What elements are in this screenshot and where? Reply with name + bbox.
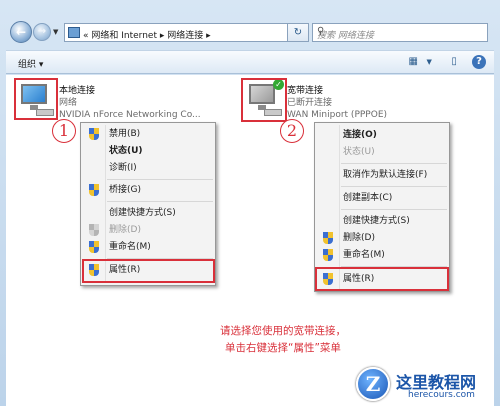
connection-status: 网络 [59,98,78,108]
watermark-logo: Z [356,367,390,401]
connection-name: 本地连接 [59,86,96,96]
uac-shield-icon [323,249,334,261]
watermark-url: herecours.com [408,390,475,400]
menu-item-delete[interactable]: 删除(D) [315,230,449,246]
menu-item-rename[interactable]: 重命名(M) [315,247,449,263]
connection-status: 已断开连接 [287,98,333,108]
menu-item-connect[interactable]: 连接(O) [315,127,449,143]
highlight-broadband-icon [241,78,287,122]
highlight-local-icon [14,78,58,120]
menu-item-bridge[interactable]: 桥接(G) [81,182,215,198]
menu-item-create-shortcut[interactable]: 创建快捷方式(S) [81,205,215,221]
search-icon[interactable]: ⚲ [317,26,483,37]
back-arrow-icon: ← [15,25,27,39]
search-input[interactable]: 搜索 网络连接 ⚲ [312,23,488,42]
forward-button[interactable]: → [33,23,51,41]
instruction-text: 请选择您使用的宽带连接， 单击右键选择“属性”菜单 [183,323,383,357]
address-bar[interactable]: « 网络和 Internet ▸ 网络连接 ▸ ▼ [64,23,298,42]
forward-arrow-icon: → [37,26,47,37]
connection-broadband-text: 宽带连接 已断开连接 WAN Miniport (PPPOE) [287,85,387,121]
back-button[interactable]: ← [10,21,32,43]
uac-shield-icon [89,224,100,236]
breadcrumb-network-internet[interactable]: 网络和 Internet [91,31,157,41]
menu-separator [341,186,447,187]
uac-shield-icon [89,128,100,140]
breadcrumb-overflow[interactable]: « [83,31,89,41]
view-options-icon[interactable]: ▦ [406,55,420,69]
menu-separator [107,201,213,202]
menu-separator [341,163,447,164]
toolbar-icons: ▦ ▼ ▯ ? [398,55,486,69]
instruction-line-2: 单击右键选择“属性”菜单 [225,342,341,354]
menu-item-status: 状态(U) [343,147,375,157]
uac-shield-icon [89,241,100,253]
command-bar: 组织 ▾ ▦ ▼ ▯ ? [6,50,494,74]
watermark: Z 这里教程网 herecours.com [356,367,500,406]
help-icon[interactable]: ? [472,55,486,69]
instruction-line-1: 请选择您使用的宽带连接， [220,325,346,337]
connection-local-text: 本地连接 网络 NVIDIA nForce Networking Co... [59,85,201,121]
highlight-properties-left [82,259,215,283]
uac-shield-icon [323,232,334,244]
refresh-button[interactable]: ↻ [287,23,309,42]
step-badge-2: 2 [280,119,304,143]
menu-item-diagnose[interactable]: 诊断(I) [81,160,215,176]
explorer-window: ← → ▼ « 网络和 Internet ▸ 网络连接 ▸ ▼ ↻ 搜索 网络连… [0,0,500,406]
menu-separator [107,179,213,180]
organize-menu-button[interactable]: 组织 ▾ [18,57,43,70]
menu-item-status[interactable]: 状态(U) [81,143,215,159]
connection-name: 宽带连接 [287,86,324,96]
history-dropdown-icon[interactable]: ▼ [53,28,58,36]
menu-item-cancel-default[interactable]: 取消作为默认连接(F) [315,167,449,183]
breadcrumb-separator[interactable]: ▸ [206,31,211,41]
breadcrumb-network-connections[interactable]: 网络连接 [167,31,203,41]
menu-item-create-shortcut[interactable]: 创建快捷方式(S) [315,213,449,229]
breadcrumb: « 网络和 Internet ▸ 网络连接 ▸ [83,28,211,41]
highlight-properties-right [315,267,449,291]
connection-device: NVIDIA nForce Networking Co... [59,110,201,120]
menu-separator [341,209,447,210]
connection-device: WAN Miniport (PPPOE) [287,110,388,120]
uac-shield-icon [89,184,100,196]
menu-item-create-copy[interactable]: 创建副本(C) [315,190,449,206]
menu-item-rename[interactable]: 重命名(M) [81,239,215,255]
menu-item-disable[interactable]: 禁用(B) [81,126,215,142]
refresh-icon: ↻ [293,27,303,38]
address-row: ← → ▼ « 网络和 Internet ▸ 网络连接 ▸ ▼ ↻ 搜索 网络连… [0,18,500,48]
view-dropdown-icon[interactable]: ▼ [422,55,436,69]
preview-pane-icon[interactable]: ▯ [447,55,461,69]
menu-item-delete: 删除(D) [81,222,215,238]
breadcrumb-separator[interactable]: ▸ [160,31,165,41]
network-folder-icon [68,27,80,38]
step-badge-1: 1 [52,119,76,143]
